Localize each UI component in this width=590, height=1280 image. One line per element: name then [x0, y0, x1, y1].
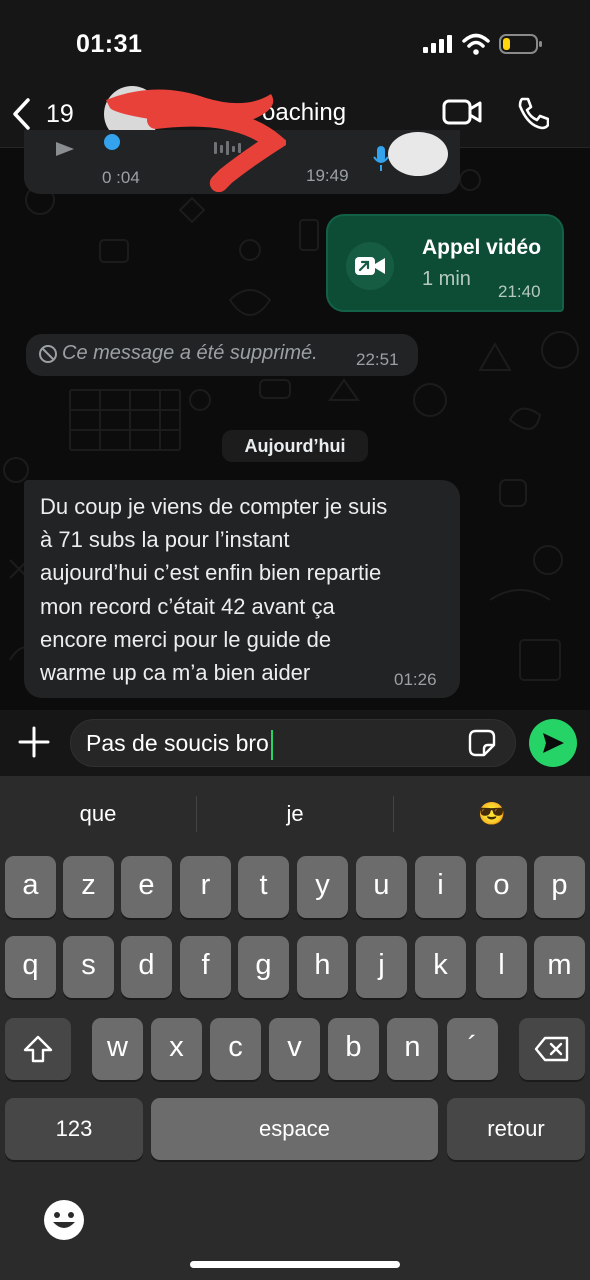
message-line: Du coup je viens de compter je suis [40, 494, 388, 519]
play-icon[interactable] [54, 140, 76, 158]
key-u[interactable]: u [356, 856, 407, 918]
key-o[interactable]: o [476, 856, 527, 918]
home-indicator[interactable] [190, 1261, 400, 1268]
key-g[interactable]: g [238, 936, 289, 998]
message-line: warme up ca m’a bien aider [40, 660, 311, 686]
key-p[interactable]: p [534, 856, 585, 918]
message-line: encore merci pour le guide de [40, 626, 332, 652]
key-x[interactable]: x [151, 1018, 202, 1080]
sender-avatar [388, 132, 448, 176]
key-k[interactable]: k [415, 936, 466, 998]
key-z[interactable]: z [63, 856, 114, 918]
backspace-key[interactable] [519, 1018, 585, 1080]
shift-arrow-icon [23, 1035, 53, 1063]
keyboard: que je 😎 a z e r t y u i o p q s d f g h… [0, 776, 590, 1280]
suggestion-1[interactable]: que [0, 796, 196, 832]
message-timestamp: 19:49 [306, 166, 349, 185]
plus-icon[interactable] [16, 724, 52, 760]
text-caret [270, 729, 273, 760]
key-h[interactable]: h [297, 936, 348, 998]
key-d[interactable]: d [121, 936, 172, 998]
wifi-icon [462, 33, 490, 55]
back-button[interactable]: 19 [10, 94, 74, 134]
microphone-icon [373, 146, 389, 171]
key-m[interactable]: m [534, 936, 585, 998]
send-button[interactable] [529, 719, 577, 767]
audio-duration: 0 :04 [102, 168, 140, 187]
key-l[interactable]: l [476, 936, 527, 998]
message-timestamp: 01:26 [394, 670, 437, 689]
key-a[interactable]: a [5, 856, 56, 918]
key-i[interactable]: i [415, 856, 466, 918]
key-r[interactable]: r [180, 856, 231, 918]
numbers-key[interactable]: 123 [5, 1098, 143, 1160]
key-j[interactable]: j [356, 936, 407, 998]
return-key[interactable]: retour [447, 1098, 585, 1160]
status-bar: 01:31 [0, 0, 590, 84]
send-icon [543, 733, 564, 753]
space-key[interactable]: espace [151, 1098, 438, 1160]
deleted-ban-icon [39, 345, 57, 363]
key-e[interactable]: e [121, 856, 172, 918]
backspace-icon [534, 1036, 569, 1062]
call-title: Appel vidéo [422, 236, 542, 259]
message-text: Du coup je viens de compter je suis à 71… [40, 490, 450, 689]
sticker-icon[interactable] [468, 729, 496, 757]
key-s[interactable]: s [63, 936, 114, 998]
video-call-message[interactable]: Appel vidéo 1 min 21:40 [326, 214, 564, 312]
deleted-message-text: Ce message a été supprimé. [62, 342, 318, 364]
message-line: mon record c’était 42 avant ça [40, 593, 335, 619]
video-call-arrow-icon [355, 257, 385, 275]
audio-progress-dot[interactable] [104, 134, 120, 150]
message-timestamp: 21:40 [498, 282, 541, 301]
unread-chats-count: 19 [46, 99, 74, 128]
message-timestamp: 22:51 [356, 350, 399, 369]
phone-call-icon[interactable] [515, 96, 549, 130]
key-y[interactable]: y [297, 856, 348, 918]
audio-message-bubble[interactable]: 0 :04 19:49 [24, 130, 460, 194]
key-accent[interactable]: ´ [447, 1018, 498, 1080]
message-input-value: Pas de soucis bro [86, 730, 269, 756]
suggestion-2[interactable]: je [197, 796, 393, 832]
audio-waveform [214, 141, 241, 155]
call-type-badge [346, 242, 394, 290]
battery-icon [499, 34, 542, 54]
message-line: à 71 subs la pour l’instant [40, 527, 290, 553]
key-v[interactable]: v [269, 1018, 320, 1080]
key-f[interactable]: f [180, 936, 231, 998]
contact-name[interactable]: oaching [262, 99, 346, 127]
key-b[interactable]: b [328, 1018, 379, 1080]
status-time: 01:31 [76, 30, 143, 58]
video-call-icon[interactable] [442, 97, 482, 127]
cellular-signal-icon [423, 35, 452, 53]
key-c[interactable]: c [210, 1018, 261, 1080]
call-duration: 1 min [422, 268, 471, 290]
shift-key[interactable] [5, 1018, 71, 1080]
emoji-keyboard-icon[interactable] [42, 1198, 86, 1242]
deleted-message-bubble[interactable]: Ce message a été supprimé. 22:51 [26, 334, 418, 376]
suggestion-emoji[interactable]: 😎 [394, 796, 590, 832]
message-input[interactable]: Pas de soucis bro [70, 719, 516, 767]
date-separator: Aujourd’hui [222, 430, 368, 462]
key-t[interactable]: t [238, 856, 289, 918]
message-line: aujourd’hui c’est enfin bien repartie [40, 560, 382, 586]
chevron-left-icon [13, 98, 30, 130]
message-composer: Pas de soucis bro [0, 710, 590, 776]
incoming-text-message[interactable]: Du coup je viens de compter je suis à 71… [24, 480, 460, 698]
key-q[interactable]: q [5, 936, 56, 998]
key-w[interactable]: w [92, 1018, 143, 1080]
key-n[interactable]: n [387, 1018, 438, 1080]
